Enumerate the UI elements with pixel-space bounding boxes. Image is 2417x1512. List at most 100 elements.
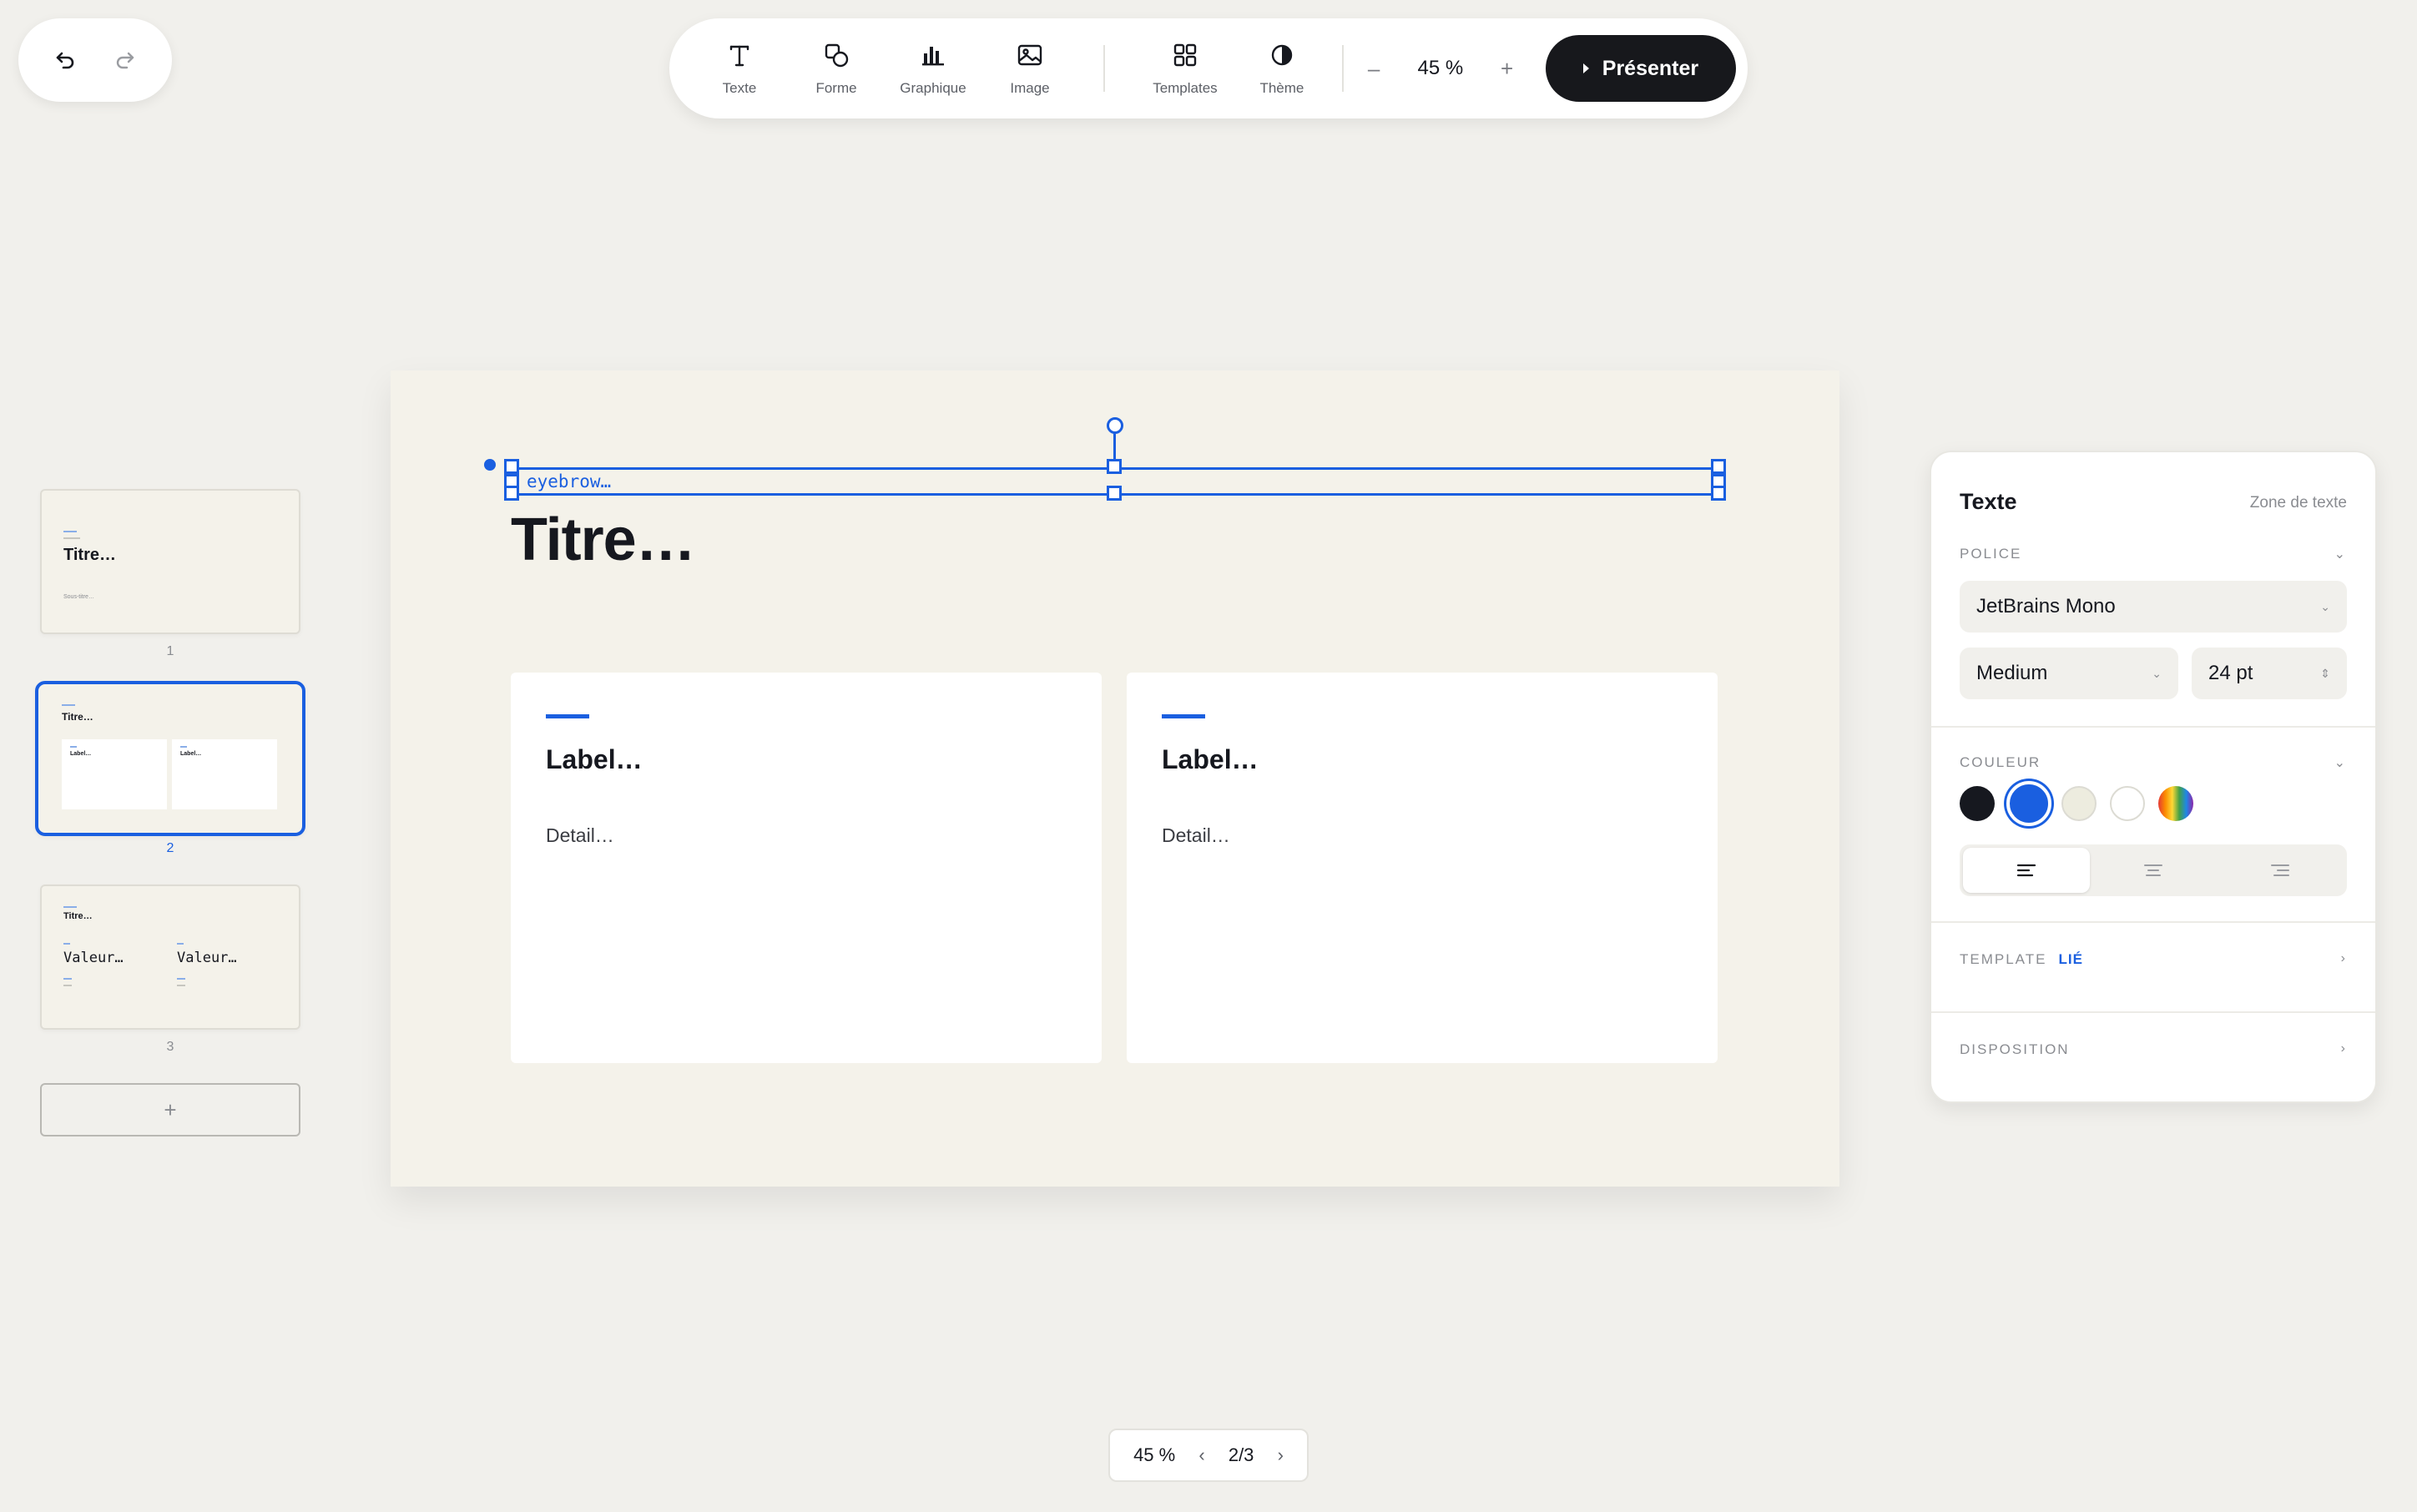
page-indicator: 2/3 [1228, 1444, 1254, 1465]
police-section-label[interactable]: POLICE [1960, 546, 2021, 562]
template-section-label: TEMPLATE [1960, 951, 2047, 967]
couleur-section-label[interactable]: COULEUR [1960, 754, 2041, 771]
rotation-handle[interactable] [1107, 417, 1123, 434]
thumb-eyebrow [63, 906, 77, 908]
slide-thumbnail-1[interactable]: Titre… Sous-titre… [40, 489, 300, 634]
thumb-title: Titre… [63, 911, 93, 921]
resize-handle-top-right[interactable] [1711, 459, 1726, 474]
align-center-button[interactable] [2090, 848, 2217, 893]
chevron-down-icon[interactable]: ⌄ [2334, 546, 2345, 562]
zoom-controls: – 45 % + [1344, 56, 1537, 82]
color-swatch-blue-selected[interactable] [2006, 781, 2051, 826]
thumb-eyebrow [63, 531, 77, 532]
chevron-down-icon: ⌄ [2152, 666, 2162, 680]
thumb-card: Label… [62, 739, 167, 809]
template-section[interactable]: TEMPLATE LIÉ [1960, 951, 2083, 968]
template-linked-badge: LIÉ [2058, 951, 2083, 967]
toolbar-divider [1103, 45, 1105, 92]
thumbnail-number: 1 [166, 644, 174, 658]
font-size-value: 24 pt [2208, 662, 2253, 684]
slide-thumbnail-3[interactable]: Titre… Valeur… Valeur… [40, 885, 300, 1030]
section-divider [1931, 726, 2375, 728]
chevron-right-icon[interactable]: › [2341, 1041, 2345, 1056]
slide-card[interactable]: Label… Detail… [1127, 673, 1718, 1063]
templates-icon [1173, 43, 1197, 67]
zoom-value: 45 % [1417, 57, 1464, 79]
align-right-button[interactable] [2217, 848, 2344, 893]
card-detail[interactable]: Detail… [546, 824, 614, 847]
thumbnail-number: 2 [166, 841, 174, 855]
image-icon [1017, 44, 1042, 66]
properties-panel: Texte Zone de texte POLICE ⌄ JetBrains M… [1930, 451, 2377, 1103]
thumb-card: Label… [172, 739, 277, 809]
shape-icon [825, 43, 849, 68]
section-divider [1931, 1011, 2375, 1013]
undo-icon[interactable] [48, 43, 82, 77]
theme-tool-label: Thème [1259, 80, 1304, 96]
resize-handle-top[interactable] [1107, 459, 1122, 474]
chevron-right-icon[interactable]: › [2341, 951, 2345, 966]
card-detail[interactable]: Detail… [1162, 824, 1230, 847]
present-label: Présenter [1602, 56, 1699, 80]
theme-icon [1271, 44, 1293, 66]
next-slide-icon[interactable]: › [1278, 1444, 1284, 1466]
disposition-section-label[interactable]: DISPOSITION [1960, 1041, 2070, 1058]
thumb-card-accent [180, 746, 187, 748]
panel-title: Texte [1960, 489, 2017, 514]
text-tool-button[interactable]: Texte [691, 40, 788, 97]
slide-status-bar: 45 % ‹ 2/3 › [1108, 1429, 1309, 1482]
section-divider [1931, 921, 2375, 923]
chevron-down-icon: ⌄ [2320, 599, 2330, 613]
thumb-eyebrow [62, 704, 75, 706]
slide-title[interactable]: Titre… [511, 506, 696, 574]
zoom-in-button[interactable]: + [1491, 56, 1524, 82]
chart-tool-label: Graphique [900, 80, 966, 96]
panel-element-type: Zone de texte [2249, 494, 2347, 512]
thumb-value-accent [63, 943, 70, 945]
redo-icon[interactable] [108, 43, 142, 77]
shape-tool-button[interactable]: Forme [788, 40, 885, 97]
thumb-detail-line [177, 978, 185, 980]
chevron-down-icon[interactable]: ⌄ [2334, 754, 2345, 771]
align-left-button[interactable] [1963, 848, 2090, 893]
thumb-card-accent [70, 746, 77, 748]
slide-card[interactable]: Label… Detail… [511, 673, 1102, 1063]
resize-handle-top-left[interactable] [504, 459, 519, 474]
card-label[interactable]: Label… [1162, 744, 1259, 775]
custom-color-picker-icon[interactable] [2158, 786, 2193, 821]
thumbnail-number: 3 [166, 1040, 174, 1054]
font-weight-value: Medium [1976, 662, 2048, 684]
resize-handle-bottom[interactable] [1107, 486, 1122, 501]
color-swatch-dark[interactable] [1960, 786, 1995, 821]
thumb-value: Valeur… [63, 950, 124, 966]
previous-slide-icon[interactable]: ‹ [1198, 1444, 1204, 1466]
font-weight-select[interactable]: Medium ⌄ [1960, 648, 2178, 699]
add-slide-button[interactable]: + [40, 1083, 300, 1137]
status-zoom[interactable]: 45 % [1133, 1444, 1175, 1466]
chart-tool-button[interactable]: Graphique [885, 40, 981, 97]
slide-canvas[interactable]: eyebrow… Titre… Label… Detail… Label… De… [391, 370, 1839, 1187]
card-accent-bar [546, 714, 589, 718]
templates-tool-button[interactable]: Templates [1137, 40, 1234, 97]
thumb-card-label: Label… [70, 751, 92, 757]
image-tool-button[interactable]: Image [981, 40, 1078, 97]
thumb-subtitle: Sous-titre… [63, 594, 94, 600]
thumb-value: Valeur… [177, 950, 237, 966]
present-button[interactable]: Présenter [1545, 35, 1737, 102]
color-swatch-beige[interactable] [2061, 786, 2097, 821]
card-label[interactable]: Label… [546, 744, 643, 775]
font-family-select[interactable]: JetBrains Mono ⌄ [1960, 581, 2347, 633]
font-size-stepper[interactable]: 24 pt ⇕ [2192, 648, 2347, 699]
align-right-icon [2271, 864, 2289, 876]
stepper-arrows-icon[interactable]: ⇕ [2320, 667, 2330, 681]
slide-thumbnail-2[interactable]: Titre… Label… Label… [35, 681, 305, 836]
resize-handle-bottom-left[interactable] [504, 486, 519, 501]
zoom-out-button[interactable]: – [1357, 56, 1390, 82]
image-tool-label: Image [1010, 80, 1050, 96]
color-swatch-white[interactable] [2110, 786, 2145, 821]
anchor-handle[interactable] [484, 459, 496, 471]
text-alignment-control [1960, 844, 2347, 896]
resize-handle-bottom-right[interactable] [1711, 486, 1726, 501]
theme-tool-button[interactable]: Thème [1234, 40, 1330, 97]
text-tool-label: Texte [722, 80, 757, 96]
